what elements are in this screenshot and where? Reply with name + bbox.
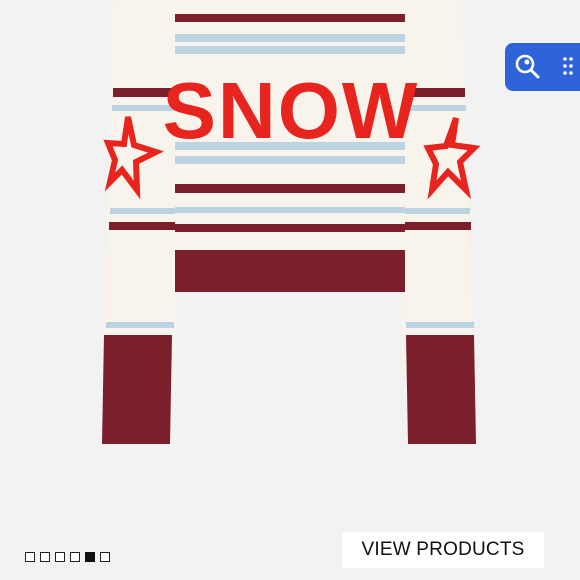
carousel-dot[interactable] [25, 552, 35, 562]
carousel-dot[interactable] [70, 552, 80, 562]
carousel-dot-active[interactable] [85, 552, 95, 562]
view-products-button[interactable]: VIEW PRODUCTS [342, 532, 544, 568]
carousel-dot[interactable] [55, 552, 65, 562]
visual-search-button[interactable] [505, 43, 580, 91]
visual-search-icon [515, 54, 573, 79]
carousel-indicator [25, 552, 110, 562]
carousel-dot[interactable] [40, 552, 50, 562]
carousel-dot[interactable] [100, 552, 110, 562]
dots-grid-icon [563, 57, 573, 75]
sweater-text: SNOW [163, 66, 420, 155]
product-image: SNOW [102, 0, 481, 444]
